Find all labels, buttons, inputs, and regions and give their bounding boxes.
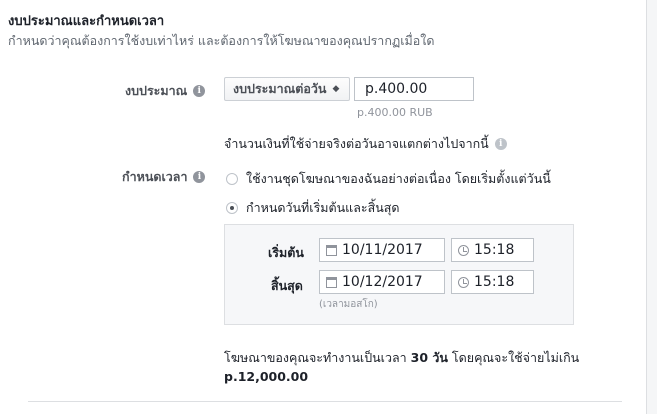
end-time-field[interactable]: 15:18 <box>451 270 534 294</box>
end-date-field[interactable]: 10/12/2017 <box>319 270 445 294</box>
end-date-value: 10/12/2017 <box>342 274 423 290</box>
budget-label-group: งบประมาณ i <box>125 81 206 101</box>
end-time-value: 15:18 <box>474 274 515 290</box>
schedule-label-group: กำหนดเวลา i <box>122 167 206 187</box>
end-label: สิ้นสุด <box>271 278 303 293</box>
scroll-gutter <box>647 0 657 414</box>
section-divider <box>28 401 622 402</box>
clock-icon <box>458 276 469 288</box>
budget-amount-value: p.400.00 <box>365 81 428 97</box>
schedule-option-continuous[interactable]: ใช้งานชุดโฆษณาของฉันอย่างต่อเนื่อง โดยเร… <box>226 169 551 189</box>
budget-label: งบประมาณ <box>125 83 188 98</box>
budget-currency-note: p.400.00 RUB <box>357 106 433 119</box>
run-summary-spend: p.12,000.00 <box>224 369 308 384</box>
radio-checked[interactable] <box>226 202 238 214</box>
schedule-option-date-range[interactable]: กำหนดวันที่เริ่มต้นและสิ้นสุด <box>226 198 400 218</box>
calendar-icon <box>326 244 337 256</box>
schedule-option-label: ใช้งานชุดโฆษณาของฉันอย่างต่อเนื่อง โดยเร… <box>246 171 551 186</box>
timezone-note: (เวลามอสโก) <box>319 299 378 310</box>
start-date-value: 10/11/2017 <box>342 242 423 258</box>
section-title: งบประมาณและกำหนดเวลา <box>8 14 165 29</box>
chevron-updown-icon: ◆ <box>332 83 340 94</box>
info-icon[interactable]: i <box>494 138 507 150</box>
budget-amount-input[interactable]: p.400.00 <box>354 77 474 101</box>
info-icon[interactable]: i <box>193 85 206 97</box>
schedule-label: กำหนดเวลา <box>122 169 188 184</box>
summary-days: 30 วัน <box>410 350 448 365</box>
summary-suffix: โดยคุณจะใช้จ่ายไม่เกิน <box>447 350 580 365</box>
clock-icon <box>458 244 469 256</box>
info-icon[interactable]: i <box>193 171 206 183</box>
budget-type-value: งบประมาณต่อวัน <box>233 81 327 96</box>
section-subtitle: กำหนดว่าคุณต้องการใช้งบเท่าไหร่ และต้องก… <box>8 33 435 48</box>
spend-note: จำนวนเงินที่ใช้จ่ายจริงต่อวันอาจแตกต่างไ… <box>224 136 489 151</box>
summary-max-spend: p.12,000.00 <box>224 369 309 384</box>
summary-prefix: โฆษณาของคุณจะทำงานเป็นเวลา <box>224 350 411 365</box>
start-time-value: 15:18 <box>474 242 515 258</box>
spend-note-group: จำนวนเงินที่ใช้จ่ายจริงต่อวันอาจแตกต่างไ… <box>224 134 507 154</box>
budget-type-select[interactable]: งบประมาณต่อวัน ◆ <box>224 77 350 101</box>
run-summary: โฆษณาของคุณจะทำงานเป็นเวลา 30 วัน โดยคุณ… <box>224 348 579 368</box>
schedule-option-label: กำหนดวันที่เริ่มต้นและสิ้นสุด <box>246 200 400 215</box>
start-label: เริ่มต้น <box>268 245 304 260</box>
calendar-icon <box>326 276 337 288</box>
start-date-field[interactable]: 10/11/2017 <box>319 238 445 262</box>
start-time-field[interactable]: 15:18 <box>451 238 534 262</box>
radio-unchecked[interactable] <box>226 173 238 185</box>
